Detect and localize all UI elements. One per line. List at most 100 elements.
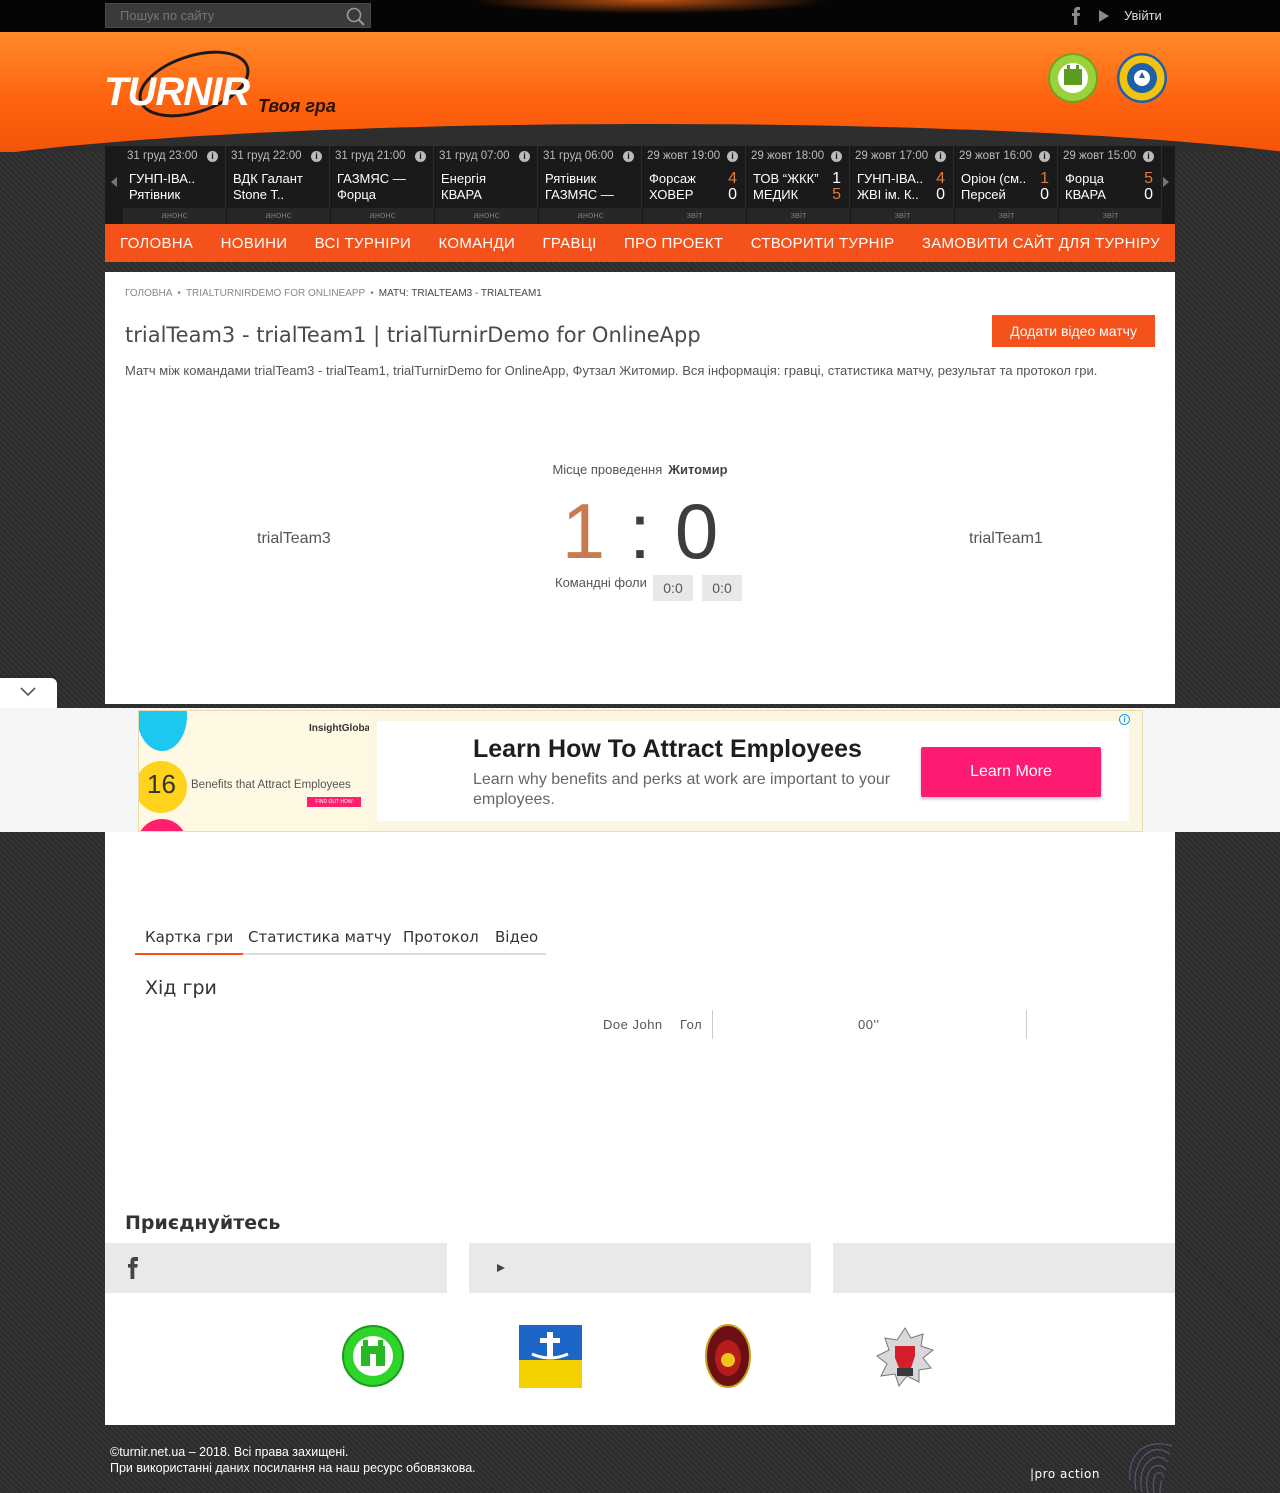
ad-info-icon[interactable]: i (1119, 714, 1130, 725)
login-link[interactable]: Увійти (1124, 8, 1162, 23)
search-box (105, 3, 371, 28)
match-team-home: ВДК Галант (233, 171, 303, 186)
social-youtube[interactable] (469, 1243, 811, 1293)
match-team-home: Форца (1065, 171, 1105, 186)
match-card[interactable]: 31 груд 23:00 i ГУНП-ІВА.. Рятівник анонс (123, 146, 226, 224)
event-player[interactable]: Doe John (603, 1017, 663, 1032)
match-status-link[interactable]: анонс (435, 208, 538, 224)
team-fouls-label: Командні фоли (555, 575, 647, 590)
match-status-link[interactable]: анонс (227, 208, 330, 224)
play-icon[interactable] (1098, 9, 1110, 23)
partner-logo-green-icon[interactable] (341, 1324, 405, 1388)
match-card[interactable]: 29 жовт 17:00 i ГУНП-ІВА.. ЖВІ ім. К.. 4 0 зві… (851, 146, 954, 224)
ad-learn-more-button[interactable]: Learn More (921, 747, 1101, 797)
ticker-prev-icon[interactable] (109, 176, 119, 188)
info-icon[interactable]: i (623, 151, 634, 162)
site-logo[interactable]: TURNIR Твоя гра (104, 38, 349, 128)
nav-item[interactable]: ГОЛОВНА (120, 235, 193, 252)
nav-item[interactable]: СТВОРИТИ ТУРНІР (751, 235, 895, 252)
info-icon[interactable]: i (1039, 151, 1050, 162)
nav-item[interactable]: ПРО ПРОЕКТ (624, 235, 723, 252)
match-team-away: Персей (961, 187, 1006, 202)
breadcrumb-current: МАТЧ: TRIALTEAM3 - TRIALTEAM1 (378, 288, 542, 299)
nav-item[interactable]: НОВИНИ (221, 235, 288, 252)
match-score-away: 5 (832, 186, 841, 203)
tab-video[interactable]: Відео (495, 928, 538, 946)
match-status-link[interactable]: анонс (331, 208, 434, 224)
partner-logo-shield-icon[interactable] (696, 1324, 760, 1388)
breadcrumb-home[interactable]: ГОЛОВНА (125, 288, 172, 299)
match-status-link[interactable]: анонс (123, 208, 226, 224)
match-date: 31 груд 23:00 (127, 150, 198, 162)
tab-game-card[interactable]: Картка гри (135, 928, 244, 955)
league-badge-blue-icon[interactable] (1117, 53, 1167, 103)
ticker-next-icon[interactable] (1161, 176, 1171, 188)
ad-title[interactable]: Learn How To Attract Employees (473, 735, 862, 764)
match-status-link[interactable]: звіт (747, 208, 850, 224)
match-team-home: ТОВ “ЖКК” (753, 171, 819, 186)
social-third[interactable] (833, 1243, 1175, 1293)
match-score-away: 0 (1040, 186, 1049, 203)
match-card[interactable]: 31 груд 22:00 i ВДК Галант Stone T.. анонс (227, 146, 330, 224)
away-team-name[interactable]: trialTeam1 (969, 530, 1043, 548)
venue-label: Місце проведення (552, 462, 663, 477)
partner-logo-fist-icon[interactable] (873, 1324, 937, 1388)
match-card[interactable]: 29 жовт 16:00 i Оріон (см.. Персей 1 0 звіт (955, 146, 1058, 224)
search-input[interactable] (106, 4, 342, 27)
match-status-link[interactable]: звіт (643, 208, 746, 224)
info-icon[interactable]: i (519, 151, 530, 162)
match-status-link[interactable]: звіт (955, 208, 1058, 224)
add-video-button[interactable]: Додати відео матчу (992, 315, 1155, 347)
nav-item[interactable]: ВСІ ТУРНІРИ (315, 235, 411, 252)
match-card[interactable]: 29 жовт 18:00 i ТОВ “ЖКК” МЕДИК 1 5 звіт (747, 146, 850, 224)
match-status-link[interactable]: звіт (1059, 208, 1162, 224)
match-team-away: ГАЗМЯС — (545, 187, 614, 202)
match-card[interactable]: 31 груд 06:00 i Рятівник ГАЗМЯС — анонс (539, 146, 642, 224)
nav-item[interactable]: КОМАНДИ (438, 235, 515, 252)
info-icon[interactable]: i (727, 151, 738, 162)
info-icon[interactable]: i (207, 151, 218, 162)
match-card[interactable]: 29 жовт 19:00 i Форсаж ХОВЕР 4 0 звіт (643, 146, 746, 224)
match-card[interactable]: 29 жовт 15:00 i Форца КВАРА 5 0 звіт (1059, 146, 1162, 224)
ad-brand: InsightGlobal (309, 723, 369, 734)
info-icon[interactable]: i (415, 151, 426, 162)
search-icon[interactable] (345, 6, 367, 26)
ad-collapse-tab[interactable] (0, 678, 57, 708)
info-icon[interactable]: i (935, 151, 946, 162)
match-card[interactable]: 31 груд 21:00 i ГАЗМЯС — Форца анонс (331, 146, 434, 224)
tab-protocol[interactable]: Протокол (403, 928, 479, 946)
match-status-link[interactable]: звіт (851, 208, 954, 224)
league-badge-green-icon[interactable] (1048, 53, 1098, 103)
facebook-icon[interactable] (1070, 7, 1082, 25)
match-team-away: ЖВІ ім. К.. (857, 187, 919, 202)
match-team-away: Форца (337, 187, 377, 202)
match-team-home: Форсаж (649, 171, 696, 186)
match-team-home: Енергія (441, 171, 486, 186)
ad-number: 16 (147, 769, 176, 799)
tab-match-stats[interactable]: Статистика матчу (248, 928, 392, 946)
nav-item[interactable]: ГРАВЦІ (542, 235, 596, 252)
ad-banner[interactable]: InsightGlobal 16 Benefits that Attract E… (138, 710, 1143, 832)
match-score-away: 0 (728, 186, 737, 203)
breadcrumb: ГОЛОВНА • TRIALTURNIRDEMO FOR ONLINEAPP • МА… (125, 288, 542, 299)
info-icon[interactable]: i (831, 151, 842, 162)
event-type: Гол (680, 1017, 703, 1032)
game-progress-heading: Хід гри (145, 977, 217, 999)
play-icon (497, 1264, 505, 1272)
social-facebook[interactable] (105, 1243, 447, 1293)
match-date: 31 груд 07:00 (439, 150, 510, 162)
ad-subtitle: Learn why benefits and perks at work are… (473, 771, 891, 808)
nav-item[interactable]: ЗАМОВИТИ САЙТ ДЛЯ ТУРНІРУ (922, 235, 1160, 252)
match-team-away: ХОВЕР (649, 187, 694, 202)
info-icon[interactable]: i (311, 151, 322, 162)
info-icon[interactable]: i (1143, 151, 1154, 162)
partner-logo-cross-icon[interactable] (518, 1324, 582, 1388)
event-time: 00'' (858, 1017, 880, 1032)
match-card[interactable]: 31 груд 07:00 i Енергія КВАРА анонс (435, 146, 538, 224)
matches-ticker: 31 груд 23:00 i ГУНП-ІВА.. Рятівник анонс 31 … (105, 146, 1175, 224)
match-score-away: 0 (1144, 186, 1153, 203)
breadcrumb-tournament[interactable]: TRIALTURNIRDEMO FOR ONLINEAPP (186, 288, 365, 299)
chevron-down-icon (20, 687, 36, 697)
studio-logo[interactable]: |pro action (1030, 1467, 1100, 1481)
match-status-link[interactable]: анонс (539, 208, 642, 224)
